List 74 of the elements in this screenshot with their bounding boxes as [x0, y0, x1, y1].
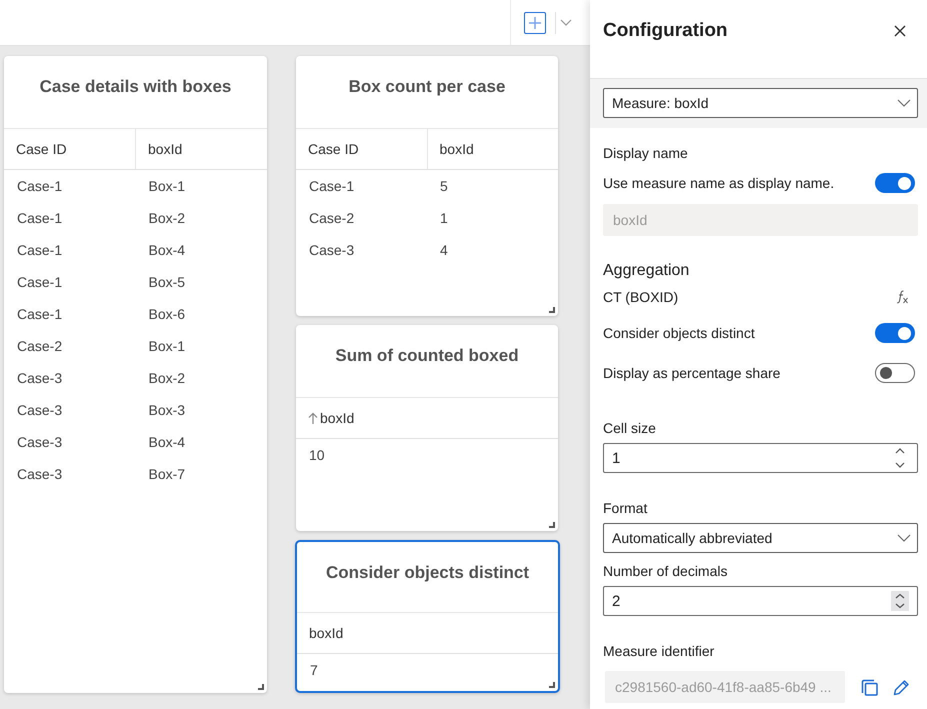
table-cell: 1 [440, 210, 448, 226]
table-cell: Box-4 [148, 242, 186, 258]
field-label: Cell size [603, 420, 656, 436]
caret-icon[interactable] [560, 19, 572, 26]
table-cell: Case-2 [309, 210, 354, 226]
toggle-switch[interactable] [875, 323, 915, 343]
toggle-label: Display as percentage share [603, 365, 780, 381]
field-label: Measure identifier [603, 643, 714, 659]
column-header[interactable]: boxId [297, 613, 558, 653]
toggle-label: Consider objects distinct [603, 325, 755, 341]
column-header[interactable]: boxId [296, 398, 558, 438]
column-header[interactable]: boxId [426, 129, 558, 169]
close-icon[interactable] [894, 25, 906, 37]
measure-select[interactable]: Measure: boxId [603, 88, 918, 118]
chevron-down-icon [897, 99, 911, 107]
table-cell: 4 [440, 242, 448, 258]
pencil-icon[interactable] [893, 678, 910, 696]
table-card[interactable]: Box count per case Case ID boxId Case-1 5 Case-2 1 Case-3 4 [296, 56, 558, 316]
field-label: Format [603, 500, 648, 516]
table-card[interactable]: Consider objects distinct boxId 7 [295, 540, 560, 693]
section-heading: Aggregation [603, 262, 690, 279]
table-cell: Case-3 [17, 434, 62, 450]
table-cell: 5 [440, 178, 448, 194]
field-label: Number of decimals [603, 563, 728, 579]
panel-title: Configuration [603, 19, 728, 43]
table-cell: Case-2 [17, 338, 62, 354]
table-cell: Case-1 [17, 274, 62, 290]
table-cell: Box-4 [148, 434, 186, 450]
number-input[interactable]: 1 [603, 443, 918, 473]
table-cell: Box-2 [148, 370, 186, 386]
table-cell: 7 [310, 662, 318, 678]
table-cell: Box-2 [148, 210, 186, 226]
function-icon[interactable] [896, 290, 909, 304]
toggle-label: Use measure name as display name. [603, 175, 834, 191]
table-cell: Case-3 [309, 242, 354, 258]
table-cell: Case-1 [17, 178, 62, 194]
resize-handle-icon[interactable] [549, 522, 555, 528]
toggle-switch[interactable] [875, 173, 915, 193]
table-card[interactable]: Sum of counted boxed boxId 10 [296, 325, 558, 531]
card-title: Box count per case [348, 76, 506, 98]
table-cell: Box-6 [148, 306, 186, 322]
table-cell: 10 [309, 447, 325, 463]
spinner-icon[interactable] [891, 590, 909, 612]
add-button[interactable] [524, 12, 546, 34]
card-title: Consider objects distinct [326, 562, 530, 584]
column-header[interactable]: boxId [135, 129, 267, 169]
table-cell: Box-3 [148, 402, 186, 418]
resize-handle-icon[interactable] [549, 682, 555, 688]
plus-icon [528, 16, 542, 30]
table-cell: Box-1 [148, 178, 186, 194]
table-cell: Case-1 [17, 306, 62, 322]
number-input[interactable]: 2 [603, 586, 918, 616]
card-title: Sum of counted boxed [335, 345, 519, 367]
table-cell: Case-1 [17, 210, 62, 226]
copy-icon[interactable] [861, 678, 878, 696]
field-label: Display name [603, 145, 688, 161]
toggle-switch[interactable] [875, 363, 915, 383]
table-cell: Box-5 [148, 274, 186, 290]
column-header[interactable]: Case ID [4, 129, 135, 169]
table-card[interactable]: Case details with boxes Case ID boxId Case-1 Box-1 Case-1 Box-2 Case-1 Box-4 Case-1 Box-5 Case-1 Box-6 Case-2 Box-1 Case-3 Box-2 Case-3 Box-3 Case-3 Box-4 Case-3 Box-7 [4, 56, 267, 693]
table-cell: Box-7 [148, 466, 186, 482]
column-header[interactable]: Case ID [296, 129, 426, 169]
table-cell: Case-3 [17, 370, 62, 386]
table-cell: Case-1 [309, 178, 354, 194]
table-cell: Case-3 [17, 466, 62, 482]
table-cell: Box-1 [148, 338, 186, 354]
dropdown-select[interactable]: Automatically abbreviated [603, 523, 918, 553]
resize-handle-icon[interactable] [258, 684, 264, 690]
card-title: Case details with boxes [40, 76, 232, 98]
chevron-down-icon [897, 534, 911, 542]
table-cell: Case-3 [17, 402, 62, 418]
resize-handle-icon[interactable] [549, 307, 555, 313]
formula-text: CT (BOXID) [603, 289, 678, 305]
table-cell: Case-1 [17, 242, 62, 258]
